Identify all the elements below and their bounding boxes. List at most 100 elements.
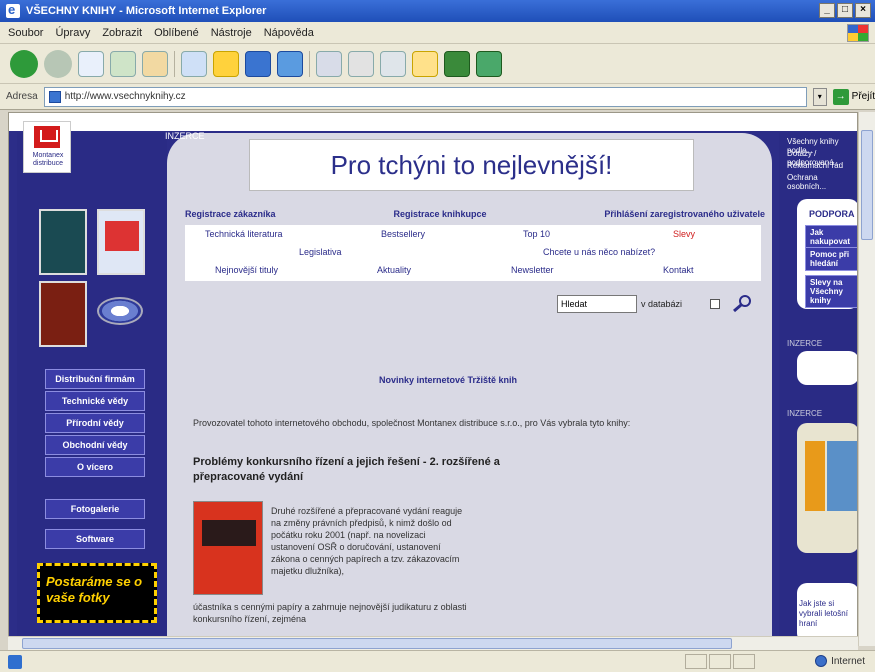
messenger-icon[interactable]: [444, 50, 470, 77]
right-btn-nakupovat[interactable]: Jak nakupovat: [805, 225, 857, 249]
link-nabizet[interactable]: Chcete u nás něco nabízet?: [543, 247, 655, 257]
horizontal-scrollbar[interactable]: [8, 636, 858, 650]
link-technicka-literatura[interactable]: Technická literatura: [205, 229, 283, 239]
book-thumbnail[interactable]: [39, 281, 87, 347]
left-nav-distribucni[interactable]: Distribuční firmám: [45, 369, 145, 389]
book-thumbnail[interactable]: [97, 209, 145, 275]
right-link[interactable]: Ochrana osobních...: [787, 173, 857, 191]
page-top-stripe: [9, 113, 857, 131]
article-book-cover[interactable]: [193, 501, 263, 595]
status-panel: [685, 654, 707, 669]
register-customer-link[interactable]: Registrace zákazníka: [185, 209, 276, 219]
register-bookseller-link[interactable]: Registrace knihkupce: [393, 209, 486, 219]
edit-icon[interactable]: [380, 50, 406, 77]
ad-banner[interactable]: Pro tchýni to nejlevnější!: [249, 139, 694, 191]
search-database-label: v databázi: [641, 299, 683, 309]
toolbar-divider: [174, 50, 175, 77]
right-btn-pomoc[interactable]: Pomoc při hledání: [805, 247, 857, 271]
left-nav-technicke[interactable]: Technické vědy: [45, 391, 145, 411]
go-label: Přejít: [851, 91, 875, 102]
page-status-icon: [8, 654, 22, 669]
toolbar-divider: [309, 50, 310, 77]
search-database-checkbox[interactable]: [710, 299, 720, 309]
magnifier-icon[interactable]: [731, 293, 753, 313]
address-url: http://www.vsechnyknihy.cz: [64, 91, 186, 102]
left-nav-fotogalerie[interactable]: Fotogalerie: [45, 499, 145, 519]
left-nav-software[interactable]: Software: [45, 529, 145, 549]
home-icon[interactable]: [142, 50, 168, 77]
logo-text: Montanex distribuce: [32, 152, 64, 167]
category-headings: Registrace zákazníka Registrace knihkupc…: [185, 209, 765, 219]
vertical-scrollbar[interactable]: [858, 112, 875, 646]
right-book-promo[interactable]: [797, 423, 857, 553]
left-nav-prirodni[interactable]: Přírodní vědy: [45, 413, 145, 433]
page-icon: [48, 90, 61, 103]
site-logo[interactable]: Montanex distribuce: [23, 121, 71, 173]
menu-zobrazit[interactable]: Zobrazit: [102, 27, 142, 39]
folder-icon[interactable]: [412, 50, 438, 77]
print-icon[interactable]: [348, 50, 374, 77]
left-nav-vicero[interactable]: O vícero: [45, 457, 145, 477]
refresh-icon[interactable]: [110, 50, 136, 77]
article-body: Druhé rozšířené a přepracované vydání re…: [271, 506, 463, 576]
go-button[interactable]: → Přejít: [832, 88, 875, 105]
article-title[interactable]: Problémy konkursního řízení a jejich řeš…: [193, 455, 513, 485]
go-arrow-icon: →: [832, 88, 849, 105]
horizontal-scroll-thumb[interactable]: [22, 638, 732, 649]
menu-nastroje[interactable]: Nástroje: [211, 27, 252, 39]
link-newsletter[interactable]: Newsletter: [511, 265, 554, 275]
security-zone: Internet: [815, 655, 865, 667]
media-icon[interactable]: [245, 50, 271, 77]
address-label: Adresa: [6, 91, 38, 102]
menu-napoveda[interactable]: Nápověda: [264, 27, 314, 39]
link-kontakt[interactable]: Kontakt: [663, 265, 694, 275]
book-cover-art: [105, 221, 139, 251]
link-slevy[interactable]: Slevy: [673, 229, 695, 239]
close-button[interactable]: ×: [855, 3, 871, 18]
right-ad-box[interactable]: [797, 351, 857, 385]
status-bar: Internet: [0, 650, 875, 672]
left-nav-obchodni[interactable]: Obchodní vědy: [45, 435, 145, 455]
search-input[interactable]: Hledat: [557, 295, 637, 313]
book-thumbnail[interactable]: [39, 209, 87, 275]
menu-upravy[interactable]: Úpravy: [55, 27, 90, 39]
stop-icon[interactable]: [78, 50, 104, 77]
link-bestsellery[interactable]: Bestsellery: [381, 229, 425, 239]
right-link[interactable]: Reklamační řád: [787, 161, 843, 170]
promo-book-cover: [827, 441, 857, 511]
photo-promo-banner[interactable]: Postaráme se o vaše fotky: [37, 563, 157, 623]
mail-icon[interactable]: [316, 50, 342, 77]
window-title: VŠECHNY KNIHY - Microsoft Internet Explo…: [26, 5, 267, 17]
link-legislativa[interactable]: Legislativa: [299, 247, 342, 257]
cd-thumbnail[interactable]: [97, 297, 143, 325]
link-nejnovejsi[interactable]: Nejnovější tituly: [215, 265, 278, 275]
back-icon[interactable]: [10, 49, 38, 78]
windows-flag-icon: [847, 24, 869, 42]
minimize-button[interactable]: _: [819, 3, 835, 18]
research-icon[interactable]: [476, 50, 502, 77]
article-body-continued: účastníka s cennými papíry a zahrnuje ne…: [193, 602, 467, 624]
window-controls: _ □ ×: [819, 3, 871, 18]
status-panel: [733, 654, 755, 669]
history-icon[interactable]: [277, 50, 303, 77]
browser-viewport: Montanex distribuce Distribuční firmám T…: [8, 112, 858, 646]
address-field[interactable]: http://www.vsechnyknihy.cz: [43, 86, 807, 107]
ie-logo-icon: [6, 2, 20, 18]
favorites-icon[interactable]: [213, 50, 239, 77]
login-link[interactable]: Přihlášení zaregistrovaného uživatele: [604, 209, 765, 219]
menu-oblibene[interactable]: Oblíbené: [154, 27, 199, 39]
address-dropdown-icon[interactable]: ▾: [812, 87, 827, 106]
link-aktuality[interactable]: Aktuality: [377, 265, 411, 275]
inzerce-label: INZERCE: [165, 131, 205, 141]
menu-bar: Soubor Úpravy Zobrazit Oblíbené Nástroje…: [0, 22, 875, 44]
window-titlebar: VŠECHNY KNIHY - Microsoft Internet Explo…: [0, 0, 875, 22]
menu-soubor[interactable]: Soubor: [8, 27, 43, 39]
search-toolbar-icon[interactable]: [181, 50, 207, 77]
vertical-scroll-thumb[interactable]: [861, 130, 873, 240]
zone-label: Internet: [831, 655, 865, 667]
logo-mark-icon: [34, 126, 60, 148]
link-top10[interactable]: Top 10: [523, 229, 550, 239]
right-btn-slevy[interactable]: Slevy na Všechny knihy: [805, 275, 857, 308]
maximize-button[interactable]: □: [837, 3, 853, 18]
forward-icon[interactable]: [44, 49, 72, 78]
